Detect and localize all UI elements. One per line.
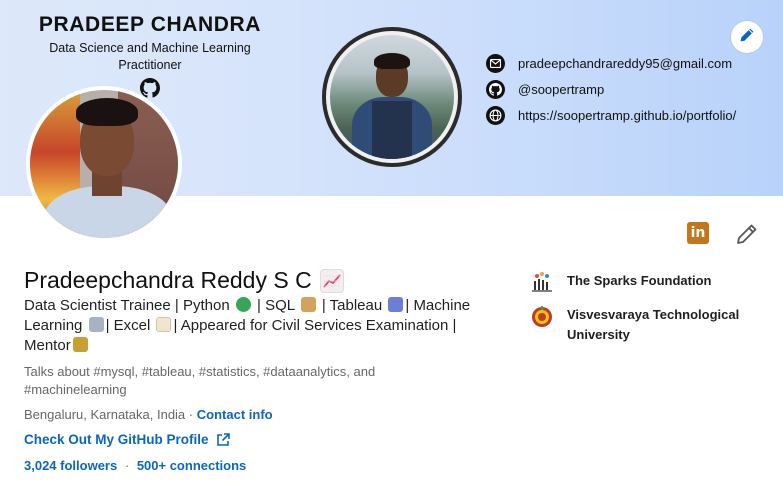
profile-full-name: Pradeepchandra Reddy S C	[24, 267, 344, 294]
profile-avatar[interactable]	[26, 86, 182, 242]
memo-icon	[156, 317, 172, 332]
profile-headline: Data Scientist Trainee | Python | SQL | …	[24, 296, 502, 356]
location-separator: ·	[188, 407, 194, 422]
banner-photo	[322, 27, 462, 167]
contact-info-link[interactable]: Contact info	[197, 407, 273, 422]
org-name: Visvesvaraya Technological University	[567, 307, 740, 342]
vtu-seal-icon	[531, 305, 553, 327]
linkedin-icon[interactable]: in	[687, 222, 709, 244]
headline-text: | Excel	[105, 317, 155, 334]
org-sparks-foundation[interactable]: The Sparks Foundation	[531, 271, 767, 293]
github-profile-link[interactable]: Check Out My GitHub Profile	[24, 432, 230, 447]
teacher-icon	[72, 337, 88, 352]
stats-row: 3,024 followers · 500+ connections	[24, 458, 246, 473]
pencil-icon	[735, 224, 759, 250]
banner-tagline: Data Science and Machine Learning Practi…	[49, 41, 251, 72]
org-name: The Sparks Foundation	[567, 273, 712, 288]
banner-github-row: @soopertramp	[486, 78, 604, 100]
stats-separator: ·	[124, 458, 130, 473]
python-snake-icon	[235, 297, 251, 312]
banner-name: PRADEEP CHANDRA	[38, 13, 262, 36]
github-icon	[486, 79, 505, 99]
location-row: Bengaluru, Karnataka, India · Contact in…	[24, 407, 273, 422]
org-vtu[interactable]: Visvesvaraya Technological University	[531, 305, 767, 345]
connections-link[interactable]: 500+ connections	[137, 458, 246, 473]
banner-email: pradeepchandrareddy95@gmail.com	[518, 55, 733, 71]
talks-about: Talks about #mysql, #tableau, #statistic…	[24, 364, 376, 397]
chart-increasing-icon	[319, 268, 344, 293]
full-name-text: Pradeepchandra Reddy S C	[24, 267, 312, 293]
banner-website: https://soopertramp.github.io/portfolio/	[518, 107, 737, 123]
office-worker-icon	[300, 297, 316, 312]
location-text: Bengaluru, Karnataka, India	[24, 407, 186, 422]
envelope-icon	[486, 53, 505, 73]
bar-chart-icon	[388, 297, 404, 312]
edit-intro-button[interactable]	[735, 222, 759, 246]
edit-banner-button[interactable]	[731, 21, 763, 53]
banner-email-row: pradeepchandrareddy95@gmail.com	[486, 52, 732, 74]
github-profile-label: Check Out My GitHub Profile	[24, 432, 209, 447]
sparks-foundation-logo-icon	[531, 271, 553, 293]
followers-link[interactable]: 3,024 followers	[24, 458, 117, 473]
headline-text: | SQL	[252, 297, 299, 314]
banner-website-row: https://soopertramp.github.io/portfolio/	[486, 104, 736, 126]
globe-icon	[486, 105, 505, 125]
pencil-icon	[739, 27, 755, 48]
headline-text: Data Scientist Trainee | Python	[24, 297, 234, 314]
headline-text: | Tableau	[317, 297, 387, 314]
banner-github-handle: @soopertramp	[518, 81, 605, 97]
robot-icon	[88, 317, 104, 332]
external-link-icon	[216, 432, 230, 447]
